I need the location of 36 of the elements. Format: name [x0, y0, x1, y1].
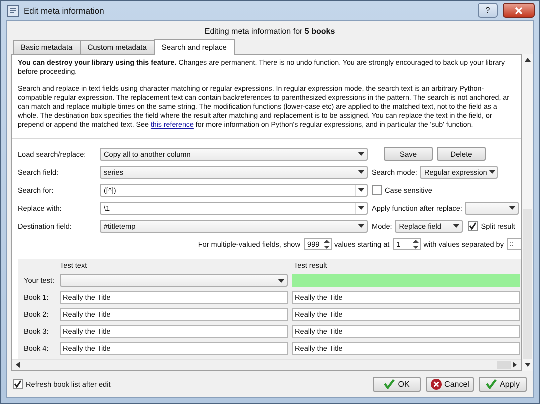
cancel-icon	[430, 378, 442, 390]
checkbox[interactable]	[468, 221, 478, 231]
dialog-button[interactable]: Apply	[479, 376, 527, 392]
checkbox[interactable]	[372, 185, 382, 195]
scrollbar-thumb[interactable]	[497, 361, 511, 369]
dialog-button[interactable]: OK	[373, 376, 421, 392]
caret-icon	[453, 224, 460, 228]
caret-icon	[358, 152, 365, 156]
spinner-arrows-icon	[324, 238, 330, 250]
caret-icon	[358, 188, 365, 192]
window-title: Edit meta information	[24, 6, 104, 16]
caret-icon	[488, 170, 496, 174]
caret-icon	[358, 170, 365, 174]
test-input-dropdown[interactable]	[60, 274, 288, 287]
caret-icon	[358, 206, 365, 210]
caret-icon	[278, 278, 285, 282]
dialog-heading: Editing meta information for 5 books	[204, 26, 336, 38]
help-button[interactable]: ?	[478, 3, 498, 18]
up-arrow-icon	[524, 58, 530, 62]
caret-icon	[358, 224, 365, 228]
close-button[interactable]	[503, 3, 535, 18]
check-icon	[486, 379, 497, 389]
app-icon	[7, 4, 19, 16]
vertical-scrollbar[interactable]	[522, 54, 533, 371]
caret-icon	[509, 206, 516, 210]
dialog-button[interactable]: Cancel	[426, 376, 474, 392]
spinner-arrows-icon	[412, 238, 419, 250]
function-dropdown[interactable]	[465, 202, 520, 214]
down-arrow-icon	[524, 363, 530, 367]
scrollbar-thumb[interactable]	[523, 209, 532, 359]
close-icon	[515, 6, 523, 14]
horizontal-scrollbar[interactable]	[12, 359, 521, 370]
right-arrow-icon	[513, 362, 517, 368]
check-icon	[384, 379, 396, 389]
checkbox[interactable]	[13, 379, 23, 389]
left-arrow-icon	[16, 362, 20, 368]
